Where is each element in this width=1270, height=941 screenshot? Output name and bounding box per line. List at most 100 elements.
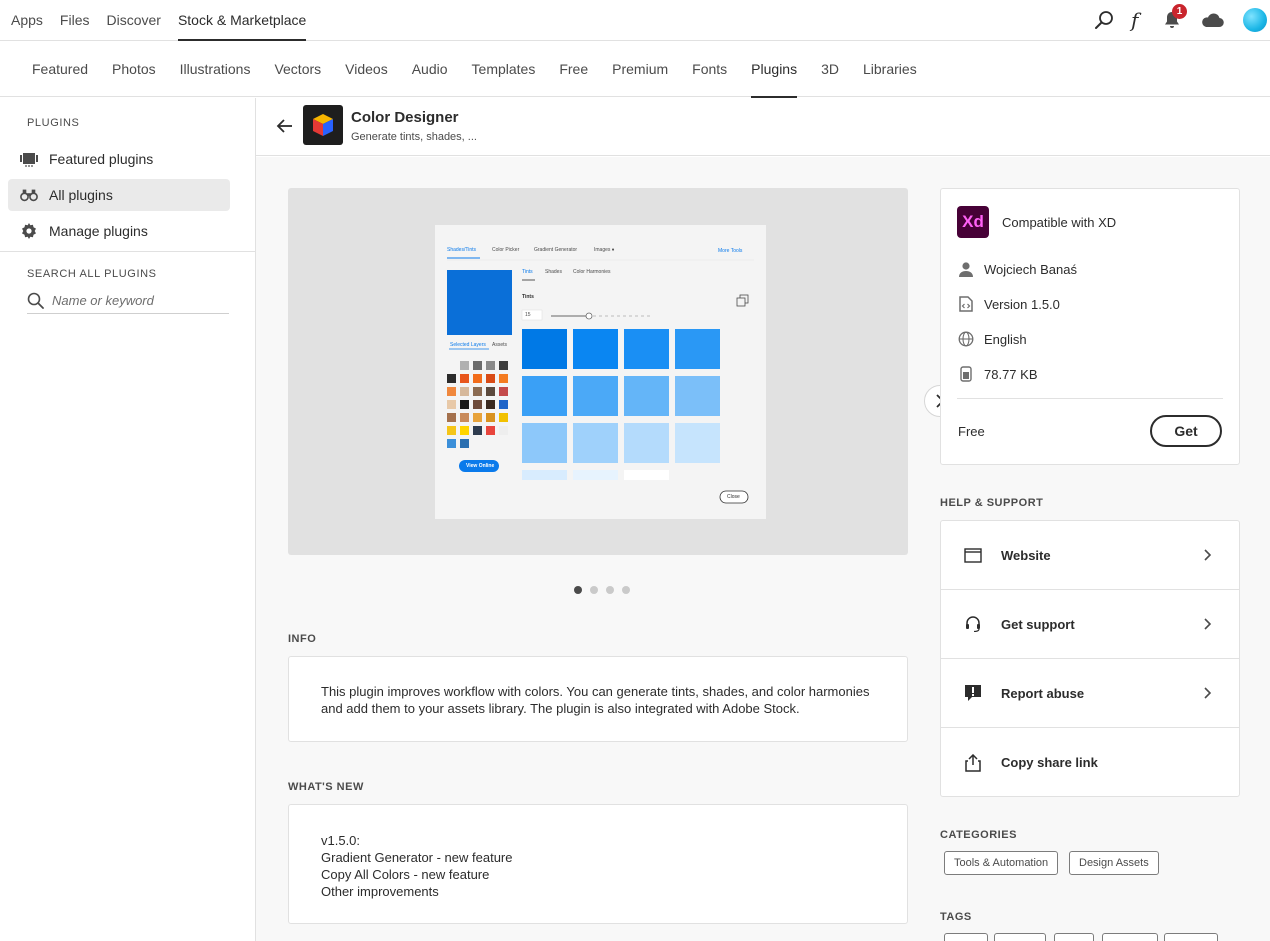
top-nav-stock-marketplace[interactable]: Stock & Marketplace (177, 0, 307, 41)
tab-plugins[interactable]: Plugins (751, 41, 797, 98)
get-button[interactable]: Get (1150, 415, 1222, 447)
gear-icon (20, 222, 38, 240)
search-icon[interactable] (1092, 8, 1116, 32)
tab-audio[interactable]: Audio (412, 41, 448, 97)
chevron-right-icon (1204, 687, 1212, 699)
help-item-get-support[interactable]: Get support (941, 590, 1239, 659)
meta-divider (957, 398, 1223, 399)
top-nav-discover[interactable]: Discover (106, 0, 160, 41)
whats-new-heading: WHAT'S NEW (288, 781, 364, 793)
version-text: Version 1.5.0 (984, 296, 1060, 312)
author-name: Wojciech Banaś (984, 261, 1077, 277)
compat-text: Compatible with XD (1002, 214, 1117, 230)
plugin-meta-card: Xd Compatible with XD Wojciech Banaś Ver… (940, 188, 1240, 465)
tab-templates[interactable]: Templates (472, 41, 536, 97)
carousel-dot[interactable] (622, 586, 630, 594)
category-bar: Featured Photos Illustrations Vectors Vi… (0, 41, 1270, 98)
globe-icon (957, 330, 975, 348)
tag-pill[interactable] (944, 933, 988, 941)
sidebar-heading: PLUGINS (27, 117, 80, 129)
version-row: Version 1.5.0 (957, 294, 1060, 314)
avatar[interactable] (1243, 8, 1267, 32)
screenshot-view-online: View Online (466, 463, 495, 469)
tag-pill[interactable] (1054, 933, 1094, 941)
help-item-label: Get support (1001, 616, 1075, 632)
language-row: English (957, 329, 1027, 349)
user-icon (957, 260, 975, 278)
screenshot-section: Tints (522, 294, 534, 300)
help-heading: HELP & SUPPORT (940, 497, 1044, 509)
tab-featured[interactable]: Featured (32, 41, 88, 97)
carousel-dot[interactable] (574, 586, 582, 594)
notification-badge: 1 (1172, 4, 1187, 19)
info-card: This plugin improves workflow with color… (288, 656, 908, 742)
tags-heading: TAGS (940, 911, 972, 923)
info-heading: INFO (288, 633, 317, 645)
screenshot-tab: Shades/Tints (447, 247, 476, 253)
back-arrow-icon[interactable] (276, 117, 294, 135)
tag-pill[interactable] (994, 933, 1046, 941)
category-pill[interactable]: Design Assets (1069, 851, 1159, 875)
sidebar-item-label: Featured plugins (49, 151, 154, 167)
cloud-icon[interactable] (1199, 8, 1225, 32)
carousel-dots (574, 586, 638, 594)
screenshot-close: Close (727, 494, 740, 500)
top-nav-apps[interactable]: Apps (11, 0, 43, 41)
help-item-website[interactable]: Website (941, 521, 1239, 590)
featured-icon (20, 150, 38, 168)
sidebar-item-label: Manage plugins (49, 223, 148, 239)
search-heading: SEARCH ALL PLUGINS (27, 268, 157, 280)
tag-pill[interactable] (1102, 933, 1158, 941)
tab-fonts[interactable]: Fonts (692, 41, 727, 97)
whats-new-list: v1.5.0: Gradient Generator - new feature… (321, 832, 513, 900)
carousel-dot[interactable] (590, 586, 598, 594)
compat-row: Xd Compatible with XD (957, 206, 1116, 238)
help-card: Website Get support Report abuse Copy sh… (940, 520, 1240, 797)
tint-swatch-grid (522, 329, 720, 480)
sidebar-item-all-plugins[interactable]: All plugins (8, 179, 230, 211)
help-item-copy-share-link[interactable]: Copy share link (941, 728, 1239, 797)
sidebar-divider (0, 251, 255, 252)
chevron-right-icon (1204, 549, 1212, 561)
fonts-icon[interactable]: f (1124, 8, 1148, 32)
tab-free[interactable]: Free (559, 41, 588, 97)
sidebar-item-featured-plugins[interactable]: Featured plugins (8, 143, 230, 175)
tab-premium[interactable]: Premium (612, 41, 668, 97)
tab-libraries[interactable]: Libraries (863, 41, 917, 97)
plugin-subtitle: Generate tints, shades, ... (351, 131, 477, 143)
tab-vectors[interactable]: Vectors (274, 41, 321, 97)
category-pill[interactable]: Tools & Automation (944, 851, 1059, 875)
screenshot-more-tools: More Tools (718, 248, 743, 254)
plugin-logo (303, 105, 343, 145)
top-bar: Apps Files Discover Stock & Marketplace … (0, 0, 1270, 41)
search-box (27, 288, 229, 314)
tab-illustrations[interactable]: Illustrations (180, 41, 251, 97)
screenshot-tab: Color Picker (492, 247, 520, 253)
chevron-right-icon (1204, 618, 1212, 630)
page-title: Color Designer (351, 109, 459, 126)
sidebar: PLUGINS Featured plugins All plugins Man… (0, 98, 256, 941)
tab-photos[interactable]: Photos (112, 41, 156, 97)
carousel-dot[interactable] (606, 586, 614, 594)
plugin-screenshot: Shades/Tints Color Picker Gradient Gener… (435, 225, 766, 519)
sidebar-item-manage-plugins[interactable]: Manage plugins (8, 215, 230, 247)
help-item-report-abuse[interactable]: Report abuse (941, 659, 1239, 728)
share-icon (963, 753, 983, 773)
tab-videos[interactable]: Videos (345, 41, 388, 97)
top-nav-files[interactable]: Files (60, 0, 90, 41)
notification-bell[interactable]: 1 (1160, 4, 1187, 32)
tag-pill[interactable] (1164, 933, 1218, 941)
browser-window-icon (963, 545, 983, 565)
tab-3d[interactable]: 3D (821, 41, 839, 97)
language-text: English (984, 331, 1027, 347)
screenshot-subtab: Shades (545, 269, 562, 275)
cube-icon (313, 114, 333, 136)
screenshot-tab: Images ♦ (594, 247, 615, 253)
svg-text:f: f (1129, 8, 1142, 32)
alert-icon (963, 683, 983, 703)
main-content: Shades/Tints Color Picker Gradient Gener… (256, 157, 1270, 941)
categories-heading: CATEGORIES (940, 829, 1017, 841)
search-input[interactable] (52, 293, 222, 308)
search-icon (27, 292, 44, 309)
screenshot-input: 15 (525, 312, 531, 318)
